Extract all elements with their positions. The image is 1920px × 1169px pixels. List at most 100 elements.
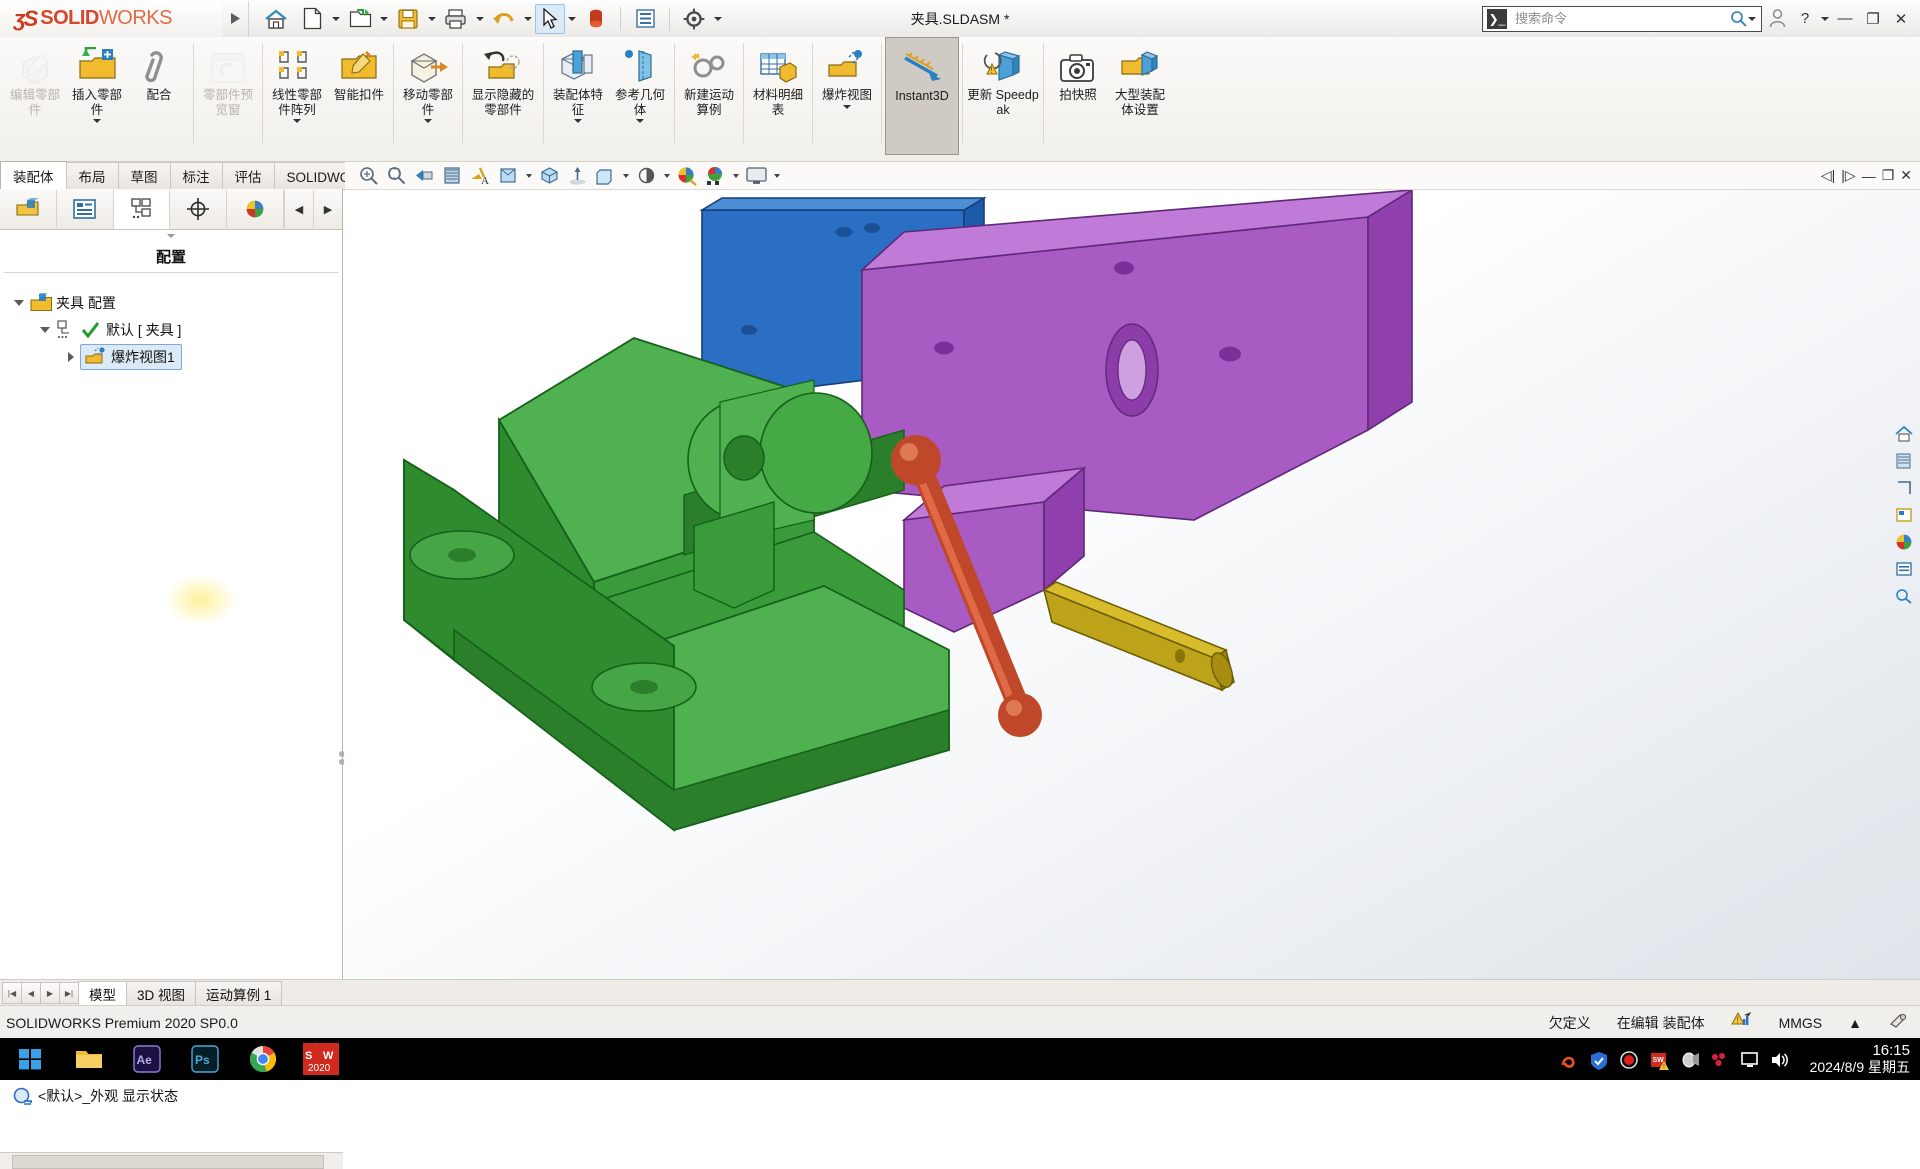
photoshop-icon[interactable]: Ps: [176, 1038, 234, 1080]
manager-tab-next[interactable]: ▶: [313, 190, 342, 228]
file-explorer-icon[interactable]: [60, 1038, 118, 1080]
after-effects-icon[interactable]: Ae: [118, 1038, 176, 1080]
section-tool-icon[interactable]: [1892, 449, 1916, 473]
tree-node-0[interactable]: 夹具 配置: [10, 289, 342, 316]
security-shield-icon[interactable]: [1590, 1051, 1607, 1070]
tree-node-2[interactable]: 爆炸视图1: [10, 343, 342, 370]
hide-show-items-icon[interactable]: [536, 164, 562, 188]
display-state-row-1[interactable]: <默认>_外观 显示状态: [8, 1081, 343, 1111]
tree-node-1[interactable]: 默认 [ 夹具 ]: [10, 316, 342, 343]
zoom-to-fit-icon[interactable]: [355, 164, 381, 188]
bottom-nav-button-1[interactable]: ◀: [21, 982, 41, 1004]
new-document-dropdown[interactable]: [331, 4, 341, 34]
command-tab-0[interactable]: 装配体: [0, 161, 67, 189]
print-icon[interactable]: [439, 4, 473, 34]
open-icon[interactable]: [343, 4, 377, 34]
home-icon[interactable]: [259, 4, 293, 34]
ribbon-button-exploded-view[interactable]: 爆炸视图: [816, 37, 878, 155]
select-dropdown[interactable]: [567, 4, 577, 34]
settings-gear-icon[interactable]: [677, 4, 711, 34]
ribbon-button-linear-component-pattern[interactable]: 线性零部件阵列: [266, 37, 328, 155]
dimxpert-manager-tab[interactable]: [170, 190, 228, 228]
previous-view-icon[interactable]: [411, 164, 437, 188]
hide-show-components-icon[interactable]: [633, 164, 659, 188]
prev-document-button[interactable]: ◁|: [1821, 167, 1835, 184]
bottom-tab-2[interactable]: 运动算例 1: [195, 980, 283, 1006]
chrome-icon[interactable]: [234, 1038, 292, 1080]
search-input[interactable]: [1513, 10, 1730, 27]
bottom-tab-1[interactable]: 3D 视图: [126, 980, 197, 1006]
graphics-viewport[interactable]: Y X Z: [344, 190, 1920, 979]
ribbon-button-reference-geometry[interactable]: 参考几何体: [609, 37, 671, 155]
chevron-down-icon[interactable]: [574, 119, 582, 123]
chevron-down-icon[interactable]: [636, 119, 644, 123]
display-icon[interactable]: [1740, 1051, 1758, 1067]
ribbon-button-assembly-features[interactable]: 装配体特征: [547, 37, 609, 155]
ribbon-button-update-speedpak[interactable]: ! 更新 Speedpak: [966, 37, 1040, 155]
display-style-dropdown[interactable]: [523, 164, 534, 188]
configuration-manager-tab[interactable]: [113, 189, 171, 229]
help-icon[interactable]: ?: [1792, 4, 1818, 34]
close-document-button[interactable]: ✕: [1900, 167, 1912, 184]
undo-dropdown[interactable]: [523, 4, 533, 34]
view-settings-icon[interactable]: [592, 164, 618, 188]
chevron-down-icon[interactable]: [843, 104, 851, 109]
solidworks-taskbar-icon[interactable]: S W 2020: [292, 1038, 350, 1080]
mouse-icon[interactable]: [1680, 1051, 1699, 1068]
panel-pin-row[interactable]: [0, 230, 342, 242]
minimize-window-button[interactable]: —: [1832, 4, 1858, 34]
save-dropdown[interactable]: [427, 4, 437, 34]
ribbon-button-insert-components[interactable]: 插入零部件: [66, 37, 128, 155]
bottom-nav-button-2[interactable]: ▶: [40, 982, 60, 1004]
command-tab-2[interactable]: 草图: [117, 162, 171, 189]
search-dropdown[interactable]: [1747, 4, 1757, 34]
account-icon[interactable]: [1764, 4, 1790, 34]
command-tab-4[interactable]: 评估: [221, 162, 275, 189]
appearance-icon[interactable]: [674, 164, 700, 188]
restore-window-button[interactable]: ❐: [1860, 4, 1886, 34]
list-view-icon[interactable]: [1892, 557, 1916, 581]
section-view-icon[interactable]: [439, 164, 465, 188]
search-commands-box[interactable]: ❯_: [1482, 4, 1762, 34]
close-window-button[interactable]: ✕: [1888, 4, 1914, 34]
ribbon-button-instant3d[interactable]: Instant3D: [885, 37, 959, 155]
bottom-nav-button-0[interactable]: |◀: [2, 982, 22, 1004]
new-document-icon[interactable]: [295, 4, 329, 34]
home-view-icon[interactable]: [1892, 422, 1916, 446]
ribbon-button-move-component[interactable]: 移动零部件: [397, 37, 459, 155]
manager-tab-prev[interactable]: ◀: [284, 190, 313, 228]
viewport-icon[interactable]: [743, 164, 769, 188]
restore-document-button[interactable]: ❐: [1882, 167, 1895, 184]
tree-node-content[interactable]: 夹具 配置: [28, 292, 116, 313]
select-icon[interactable]: [535, 3, 565, 34]
tree-node-selected[interactable]: 爆炸视图1: [80, 343, 182, 370]
chevron-right-icon[interactable]: [62, 351, 80, 362]
menu-expand-arrow[interactable]: [222, 0, 249, 37]
display-style-icon[interactable]: [495, 164, 521, 188]
viewport-dropdown[interactable]: [771, 164, 782, 188]
volume-icon[interactable]: [1770, 1051, 1788, 1067]
ribbon-button-smart-fasteners[interactable]: 智能扣件: [328, 37, 390, 155]
print-dropdown[interactable]: [475, 4, 485, 34]
command-tab-1[interactable]: 布局: [65, 162, 119, 189]
zoom-to-area-icon[interactable]: [383, 164, 409, 188]
ribbon-button-show-hidden-components[interactable]: 显示隐藏的零部件: [466, 37, 540, 155]
ribbon-button-large-assembly-settings[interactable]: 大型装配体设置: [1109, 37, 1171, 155]
zoom-tool-icon[interactable]: [1892, 584, 1916, 608]
units-dropdown-arrow[interactable]: ▲: [1848, 1015, 1862, 1031]
view-orientation-icon[interactable]: A: [467, 164, 493, 188]
tree-node-content[interactable]: 默认 [ 夹具 ]: [54, 319, 181, 340]
sogou-icon[interactable]: [1560, 1051, 1576, 1068]
appearance-tool-icon[interactable]: [1892, 530, 1916, 554]
ribbon-button-new-motion-study[interactable]: 新建运动算例: [678, 37, 740, 155]
save-icon[interactable]: [391, 4, 425, 34]
display-manager-tab[interactable]: [227, 190, 284, 228]
chevron-down-icon[interactable]: [36, 326, 54, 333]
panel-horizontal-scrollbar[interactable]: [0, 1152, 343, 1169]
chevron-down-icon[interactable]: [424, 119, 432, 123]
windows-start-icon[interactable]: [0, 1038, 60, 1080]
options-list-icon[interactable]: [628, 4, 662, 34]
minimize-document-button[interactable]: —: [1862, 168, 1876, 184]
network-dots-icon[interactable]: [1710, 1051, 1726, 1067]
chevron-down-icon[interactable]: [293, 119, 301, 123]
